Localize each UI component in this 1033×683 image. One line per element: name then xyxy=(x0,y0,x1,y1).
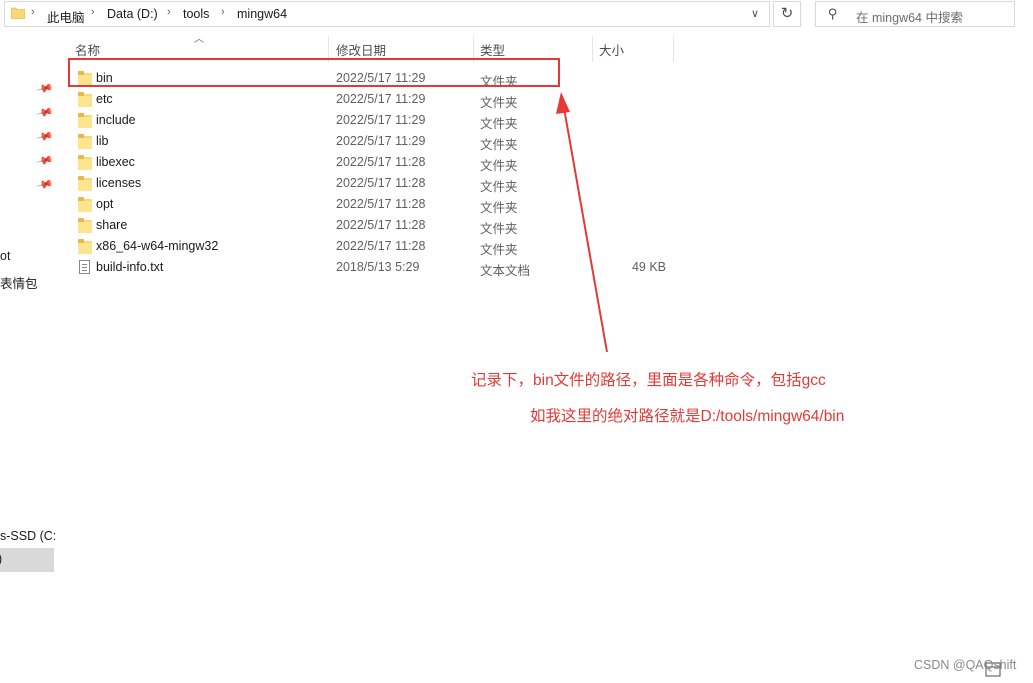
annotation-note: 记录下，bin文件的路径，里面是各种命令，包括gcc xyxy=(471,372,826,389)
annotation-arrow xyxy=(556,92,608,353)
vertical-scrollbar[interactable] xyxy=(1020,30,1033,683)
annotation-note-path: 如我这里的绝对路径就是D:/tools/mingw64/bin xyxy=(530,408,845,425)
watermark: CSDN @QAQshift xyxy=(914,658,1017,672)
